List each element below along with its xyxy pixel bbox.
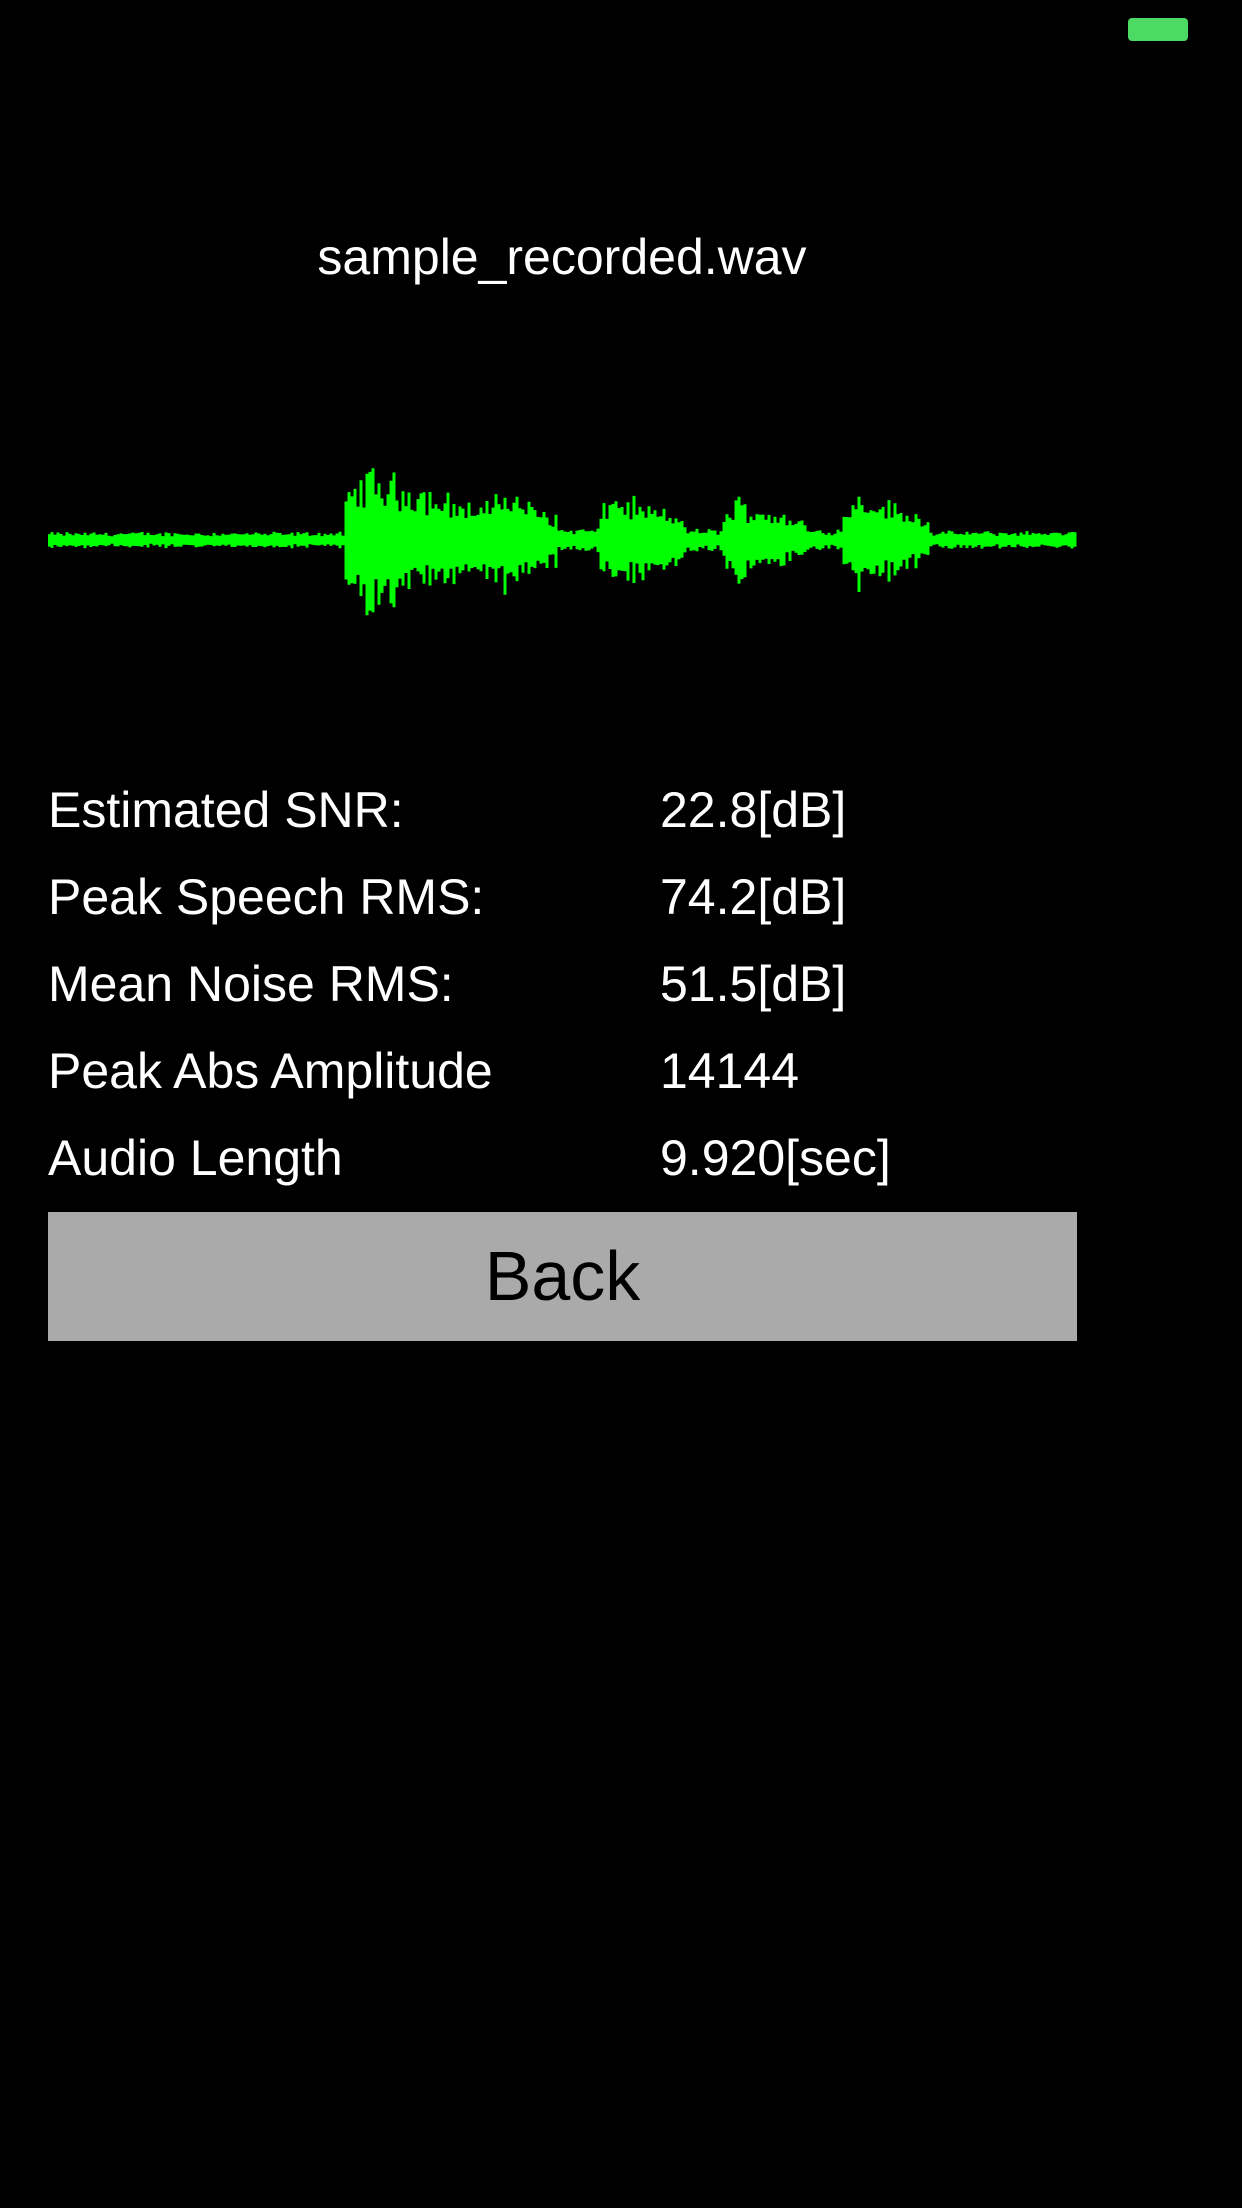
stat-label: Peak Speech RMS: [48, 869, 485, 925]
waveform-samples [48, 468, 1077, 616]
stat-row-peak-speech-rms: Peak Speech RMS: 74.2[dB] [48, 859, 1077, 946]
stat-value: 14144 [660, 1043, 800, 1099]
stat-row-mean-noise-rms: Mean Noise RMS: 51.5[dB] [48, 946, 1077, 1033]
stat-label: Estimated SNR: [48, 782, 404, 838]
stat-row-estimated-snr: Estimated SNR: 22.8[dB] [48, 772, 1077, 859]
waveform-path [48, 468, 1077, 616]
stat-value: 9.920[sec] [660, 1130, 891, 1186]
stat-value: 22.8[dB] [660, 782, 847, 838]
stats-list: Estimated SNR: 22.8[dB] Peak Speech RMS:… [48, 772, 1077, 1207]
stat-value: 51.5[dB] [660, 956, 847, 1012]
stat-row-audio-length: Audio Length 9.920[sec] [48, 1120, 1077, 1207]
stat-label: Audio Length [48, 1130, 343, 1186]
stat-label: Peak Abs Amplitude [48, 1043, 493, 1099]
status-bar [0, 0, 1242, 60]
stat-label: Mean Noise RMS: [48, 956, 454, 1012]
stat-value: 74.2[dB] [660, 869, 847, 925]
file-name-title: sample_recorded.wav [317, 229, 807, 285]
waveform-display [48, 468, 1077, 616]
battery-icon [1128, 18, 1188, 41]
back-button[interactable]: Back [48, 1212, 1077, 1341]
stat-row-peak-abs-amplitude: Peak Abs Amplitude 14144 [48, 1033, 1077, 1120]
